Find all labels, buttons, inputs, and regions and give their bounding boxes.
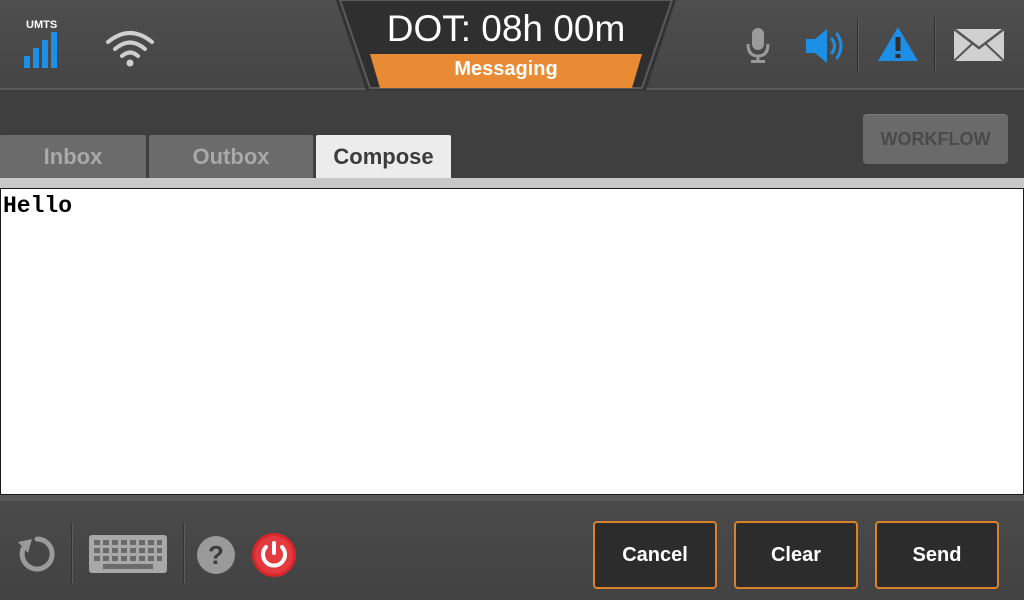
tab-underline xyxy=(0,178,1024,188)
svg-text:?: ? xyxy=(208,540,224,570)
separator xyxy=(857,18,859,72)
power-icon[interactable] xyxy=(251,532,297,578)
tab-inbox[interactable]: Inbox xyxy=(0,135,146,178)
compose-text-area[interactable]: Hello xyxy=(0,188,1024,495)
status-bar: UMTS DOT: 08h 00m Messaging xyxy=(0,0,1024,90)
tab-outbox[interactable]: Outbox xyxy=(149,135,313,178)
separator xyxy=(183,523,185,583)
cancel-button[interactable]: Cancel xyxy=(593,521,717,589)
speaker-icon[interactable] xyxy=(803,26,849,66)
bottom-toolbar: ? Cancel Clear Send xyxy=(0,495,1024,600)
refresh-icon[interactable] xyxy=(16,533,58,575)
mode-label: Messaging xyxy=(454,58,558,80)
signal-indicator: UMTS xyxy=(22,16,70,68)
title-panel: DOT: 08h 00m Messaging xyxy=(336,0,676,90)
send-button[interactable]: Send xyxy=(875,521,999,589)
mail-icon[interactable] xyxy=(953,28,1005,62)
separator xyxy=(934,18,936,72)
network-type-label: UMTS xyxy=(26,19,58,31)
help-icon[interactable]: ? xyxy=(196,535,236,575)
separator xyxy=(71,523,73,583)
dot-timer: DOT: 08h 00m xyxy=(386,8,626,49)
microphone-icon[interactable] xyxy=(744,26,772,64)
clear-button[interactable]: Clear xyxy=(734,521,858,589)
keyboard-icon[interactable] xyxy=(88,534,168,574)
tab-bar: Inbox Outbox Compose WORKFLOW xyxy=(0,92,1024,178)
app-window: UMTS DOT: 08h 00m Messaging Inbox Outbox… xyxy=(0,0,1024,600)
wifi-icon xyxy=(106,31,154,67)
tab-compose[interactable]: Compose xyxy=(316,135,451,178)
warning-icon[interactable] xyxy=(876,24,920,64)
workflow-button[interactable]: WORKFLOW xyxy=(863,114,1008,164)
